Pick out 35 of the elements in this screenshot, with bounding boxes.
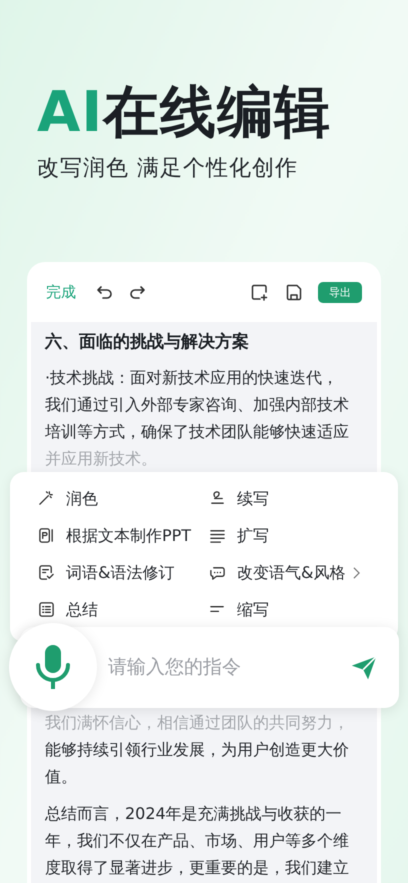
text-line: 培训等方式，确保了技术团队能够快速适应: [45, 421, 350, 443]
menu-item[interactable]: 改变语气&风格: [209, 554, 370, 591]
text-line: 值。: [45, 766, 78, 788]
text-line: 度取得了显著进步，更重要的是，我们建立: [45, 857, 350, 879]
title-text: 在线编辑: [103, 85, 332, 141]
text-line: 并应用新技术。: [45, 448, 158, 470]
menu-item[interactable]: 润色: [38, 480, 199, 517]
menu-item[interactable]: 根据文本制作PPT: [38, 517, 199, 554]
menu-item[interactable]: 词语&语法修订: [38, 554, 199, 591]
list-icon: [38, 601, 55, 618]
redo-icon[interactable]: [128, 284, 146, 300]
microphone-icon: [35, 644, 71, 690]
document-p-icon: [38, 527, 55, 544]
text-line: 我们满怀信心，相信通过团队的共同努力，: [45, 712, 350, 734]
subtitle: 改写润色 满足个性化创作: [37, 155, 299, 183]
text-line: ·技术挑战：面对新技术应用的快速迭代，: [45, 367, 340, 389]
text-line: 能够持续引领行业发展，为用户创造更大价: [45, 739, 350, 761]
title-accent: AI: [37, 85, 104, 141]
text-line: 总结而言，2024年是充满挑战与收获的一: [45, 803, 343, 825]
pen-stroke-icon: [209, 490, 226, 507]
undo-icon[interactable]: [96, 284, 114, 300]
menu-item[interactable]: 缩写: [209, 591, 370, 628]
menu-item[interactable]: 续写: [209, 480, 370, 517]
text-line: 年，我们不仅在产品、市场、用户等多个维: [45, 830, 350, 852]
section-heading: 六、面临的挑战与解决方案: [45, 331, 250, 354]
save-icon[interactable]: [286, 284, 302, 300]
lines-icon: [209, 527, 226, 544]
menu-item[interactable]: 总结: [38, 591, 199, 628]
wand-icon: [38, 490, 55, 507]
chat-bubbles-icon: [209, 564, 226, 581]
prompt-input[interactable]: 请输入您的指令: [108, 653, 351, 682]
add-frame-icon[interactable]: [251, 284, 268, 300]
menu-item[interactable]: 扩写: [209, 517, 370, 554]
document-check-icon: [38, 564, 55, 581]
text-line: 我们通过引入外部专家咨询、加强内部技术: [45, 394, 350, 416]
